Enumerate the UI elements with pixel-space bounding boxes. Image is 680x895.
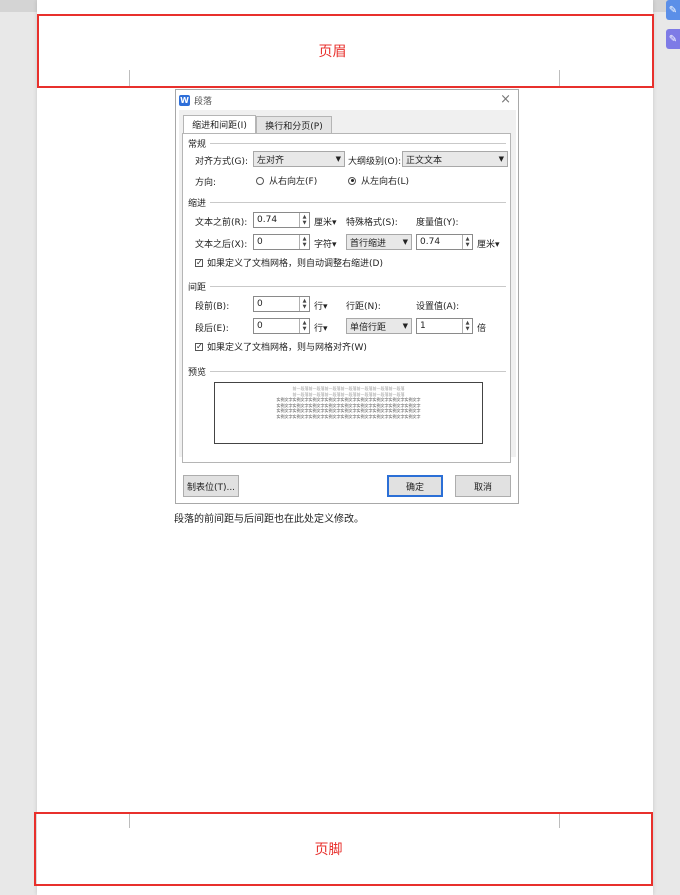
- setting-value-unit: 倍: [477, 324, 487, 334]
- indent-after-unit[interactable]: 字符▾: [314, 237, 337, 250]
- indent-before-label: 文本之前(R):: [195, 218, 248, 228]
- line-spacing-select[interactable]: 单倍行距 ▼: [346, 318, 412, 334]
- preview-sample-line: 实例文字实例文字实例文字实例文字实例文字实例文字实例文字实例文字实例文字: [276, 413, 421, 419]
- footer-area[interactable]: 页脚: [34, 812, 653, 886]
- snap-grid-checkbox[interactable]: ✓ 如果定义了文档网格，则与网格对齐(W): [195, 340, 367, 353]
- outline-level-select[interactable]: 正文文本 ▼: [402, 151, 508, 167]
- measure-unit[interactable]: 厘米▾: [477, 237, 500, 250]
- tab-indent-spacing[interactable]: 缩进和间距(I): [183, 115, 256, 133]
- special-format-select[interactable]: 首行缩进 ▼: [346, 234, 412, 250]
- cancel-button[interactable]: 取消: [455, 475, 511, 497]
- alignment-label: 对齐方式(G):: [195, 157, 249, 167]
- indent-spacing-panel: 常规 对齐方式(G): 左对齐 ▼ 大纲级别(O): 正文文本 ▼ 方向: 从右向左…: [182, 133, 511, 463]
- close-icon[interactable]: ×: [500, 92, 511, 107]
- edit-icon: ✎: [668, 4, 678, 16]
- dropdown-arrow-icon: ▼: [402, 238, 408, 246]
- setting-value-label: 设置值(A):: [416, 302, 460, 312]
- spacing-after-input[interactable]: 0 ▲ ▼: [253, 318, 310, 334]
- auto-adjust-checkbox[interactable]: ✓ 如果定义了文档网格，则自动调整右缩进(D): [195, 256, 383, 269]
- section-label: 缩进: [188, 199, 207, 209]
- after-label: 段后(E):: [195, 324, 229, 334]
- indent-before-input[interactable]: 0.74 ▲ ▼: [253, 212, 310, 228]
- spinner-icon[interactable]: ▲ ▼: [299, 213, 309, 227]
- spinner-icon[interactable]: ▲ ▼: [462, 319, 472, 333]
- section-spacing: 间距: [188, 280, 506, 293]
- indent-before-unit[interactable]: 厘米▾: [314, 215, 337, 228]
- tabs-button[interactable]: 制表位(T)...: [183, 475, 239, 497]
- dropdown-arrow-icon: ▼: [402, 322, 408, 330]
- dialog-title-bar: W 段落 ×: [176, 90, 518, 110]
- spinner-icon[interactable]: ▲ ▼: [299, 319, 309, 333]
- indent-after-input[interactable]: 0 ▲ ▼: [253, 234, 310, 250]
- section-label: 预览: [188, 368, 207, 378]
- header-label: 页眉: [318, 44, 347, 60]
- preview-box: 前一段落前一段落前一段落前一段落前一段落前一段落前一段落 前一段落前一段落前一段…: [214, 382, 483, 444]
- side-panel-button-2[interactable]: ✎: [666, 29, 680, 49]
- measure-input[interactable]: 0.74 ▲ ▼: [416, 234, 473, 250]
- tab-line-page-breaks[interactable]: 换行和分页(P): [256, 116, 332, 133]
- dialog-body: 缩进和间距(I) 换行和分页(P) 常规 对齐方式(G): 左对齐 ▼ 大纲级别(…: [179, 110, 516, 463]
- ltr-radio[interactable]: 从左向右(L): [348, 174, 409, 187]
- before-label: 段前(B):: [195, 302, 230, 312]
- spinner-icon[interactable]: ▲ ▼: [299, 235, 309, 249]
- footer-label: 页脚: [314, 842, 343, 858]
- measure-label: 度量值(Y):: [416, 218, 459, 228]
- dialog-title: 段落: [194, 96, 213, 107]
- spacing-after-unit[interactable]: 行▾: [314, 321, 328, 334]
- setting-value-input[interactable]: 1 ▲ ▼: [416, 318, 473, 334]
- spacing-before-input[interactable]: 0 ▲ ▼: [253, 296, 310, 312]
- edit-icon: ✎: [668, 33, 678, 45]
- spinner-icon[interactable]: ▲ ▼: [299, 297, 309, 311]
- crop-mark: [559, 70, 560, 86]
- indent-after-label: 文本之后(X):: [195, 240, 248, 250]
- dropdown-arrow-icon: ▼: [335, 155, 341, 163]
- section-label: 间距: [188, 283, 207, 293]
- side-panel-button-1[interactable]: ✎: [666, 0, 680, 20]
- crop-mark: [129, 70, 130, 86]
- caption-text: 段落的前间距与后间距也在此处定义修改。: [174, 514, 364, 525]
- special-format-label: 特殊格式(S):: [346, 218, 398, 228]
- section-indent: 缩进: [188, 196, 506, 209]
- section-label: 常规: [188, 140, 207, 150]
- rtl-radio[interactable]: 从右向左(F): [256, 174, 317, 187]
- line-spacing-label: 行距(N):: [346, 302, 381, 312]
- direction-label: 方向:: [195, 178, 217, 188]
- outline-level-label: 大纲级别(O):: [348, 157, 402, 167]
- section-general: 常规: [188, 137, 506, 150]
- alignment-select[interactable]: 左对齐 ▼: [253, 151, 345, 167]
- dropdown-arrow-icon: ▼: [498, 155, 504, 163]
- paragraph-dialog: W 段落 × 缩进和间距(I) 换行和分页(P) 常规 对齐方式(G): 左对齐…: [175, 89, 519, 504]
- wps-logo-icon: W: [179, 94, 190, 106]
- spacing-before-unit[interactable]: 行▾: [314, 299, 328, 312]
- spinner-icon[interactable]: ▲ ▼: [462, 235, 472, 249]
- ok-button[interactable]: 确定: [387, 475, 443, 497]
- section-preview: 预览: [188, 365, 506, 378]
